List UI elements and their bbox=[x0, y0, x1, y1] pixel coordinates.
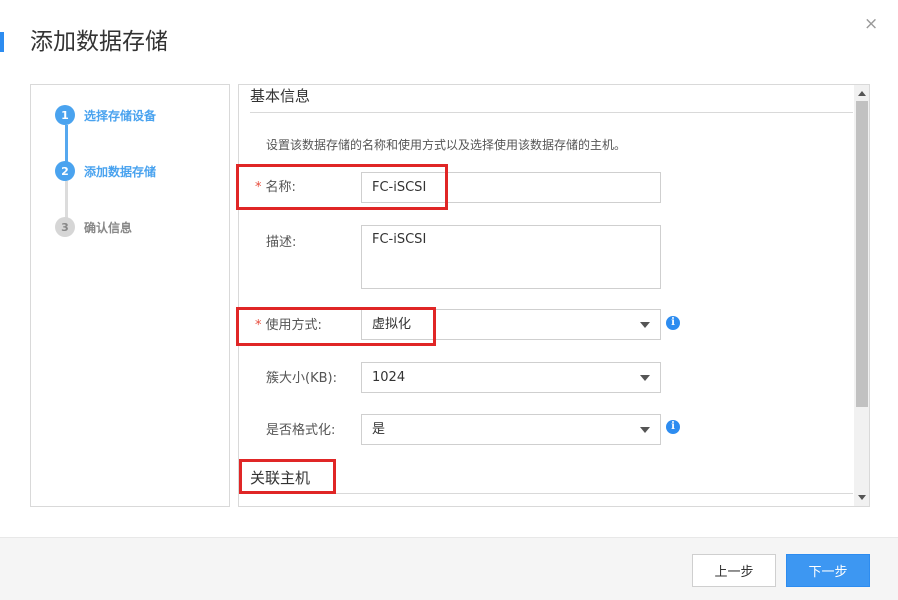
step-number: 3 bbox=[55, 217, 75, 237]
next-button[interactable]: 下一步 bbox=[786, 554, 870, 587]
step-label: 添加数据存储 bbox=[84, 164, 157, 179]
previous-button[interactable]: 上一步 bbox=[692, 554, 776, 587]
usage-select[interactable]: 虚拟化 bbox=[361, 309, 661, 340]
scroll-thumb[interactable] bbox=[856, 101, 868, 407]
section-divider bbox=[250, 493, 853, 494]
usage-label: * 使用方式: bbox=[255, 318, 322, 333]
cluster-size-value: 1024 bbox=[372, 370, 406, 385]
description-label: 描述: bbox=[266, 235, 297, 250]
format-select[interactable]: 是 bbox=[361, 414, 661, 445]
section-divider bbox=[250, 112, 853, 113]
name-label: * 名称: bbox=[255, 180, 296, 195]
step-number: 2 bbox=[55, 161, 75, 181]
cluster-size-label: 簇大小(KB): bbox=[266, 371, 337, 386]
info-icon[interactable]: i bbox=[666, 420, 680, 434]
format-select-value: 是 bbox=[372, 422, 386, 437]
scroll-up-icon[interactable] bbox=[858, 91, 866, 96]
basic-info-section-title: 基本信息 bbox=[250, 87, 311, 105]
chevron-down-icon bbox=[640, 375, 650, 381]
form-hint: 设置该数据存储的名称和使用方式以及选择使用该数据存储的主机。 bbox=[266, 138, 627, 152]
format-label: 是否格式化: bbox=[266, 423, 336, 438]
title-accent-bar bbox=[0, 32, 4, 52]
step-number: 1 bbox=[55, 105, 75, 125]
associated-hosts-section-title: 关联主机 bbox=[250, 469, 311, 487]
close-icon[interactable]: × bbox=[864, 14, 878, 34]
step-add-datastore: 2 添加数据存储 bbox=[55, 161, 156, 181]
chevron-down-icon bbox=[640, 427, 650, 433]
dialog-footer: 上一步 下一步 bbox=[0, 537, 898, 600]
step-confirm: 3 确认信息 bbox=[55, 217, 132, 237]
steps-panel: 1 选择存储设备 2 添加数据存储 3 确认信息 bbox=[30, 84, 230, 507]
step-label: 确认信息 bbox=[84, 220, 133, 235]
required-mark: * bbox=[255, 318, 262, 333]
info-icon[interactable]: i bbox=[666, 316, 680, 330]
name-input[interactable]: FC-iSCSI bbox=[361, 172, 661, 203]
form-scrollbar[interactable] bbox=[854, 85, 869, 506]
cluster-size-select[interactable]: 1024 bbox=[361, 362, 661, 393]
step-label: 选择存储设备 bbox=[84, 108, 157, 123]
form-panel: 基本信息 设置该数据存储的名称和使用方式以及选择使用该数据存储的主机。 * 名称:… bbox=[238, 84, 870, 507]
chevron-down-icon bbox=[640, 322, 650, 328]
scroll-down-icon[interactable] bbox=[858, 495, 866, 500]
usage-select-value: 虚拟化 bbox=[372, 317, 412, 332]
dialog-title: 添加数据存储 bbox=[30, 29, 168, 55]
required-mark: * bbox=[255, 180, 262, 195]
description-textarea[interactable]: FC-iSCSI bbox=[361, 225, 661, 289]
step-select-device: 1 选择存储设备 bbox=[55, 105, 156, 125]
add-datastore-dialog: 添加数据存储 × 1 选择存储设备 2 添加数据存储 3 确认信息 基本信息 设… bbox=[0, 0, 898, 600]
